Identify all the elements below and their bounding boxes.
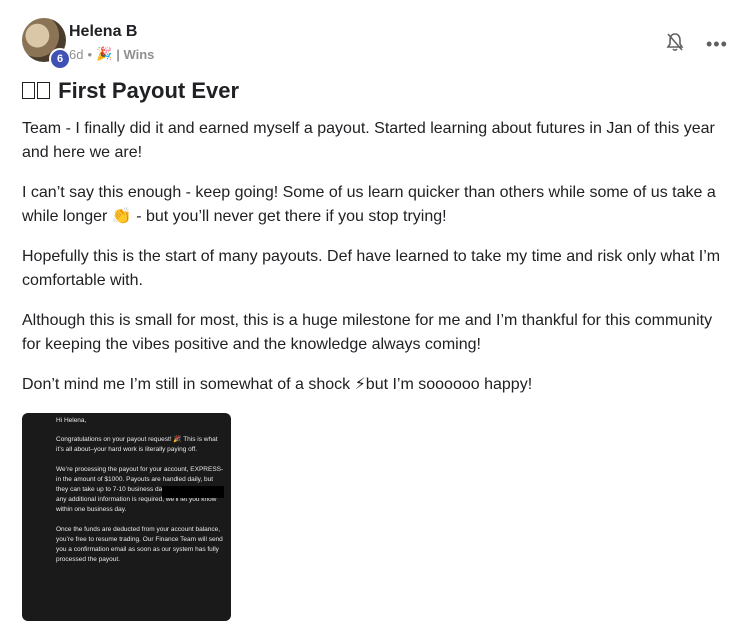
level-badge: 6 xyxy=(49,48,71,70)
redacted-account-id xyxy=(162,486,224,498)
post-meta: 6d • 🎉 | Wins xyxy=(69,46,154,62)
paragraph: Team - I finally did it and earned mysel… xyxy=(22,120,715,161)
post-category[interactable]: | Wins xyxy=(116,47,154,62)
party-popper-icon: 🎉 xyxy=(96,46,113,61)
post-header: 6 Helena B 6d • 🎉 | Wins ••• xyxy=(22,18,732,70)
post-title-row: First Payout Ever xyxy=(22,78,239,104)
email-line: We’re processing the payout for your acc… xyxy=(56,466,224,473)
email-line: Once the funds are deducted from your ac… xyxy=(56,526,223,563)
email-line: Congratulations on your payout request! … xyxy=(56,436,218,453)
email-greeting: Hi Helena, xyxy=(56,417,87,424)
more-dots-icon[interactable]: ••• xyxy=(706,34,728,55)
post-body: Team - I finally did it and earned mysel… xyxy=(22,117,728,413)
paragraph: Hopefully this is the start of many payo… xyxy=(22,248,721,289)
meta-dot: • xyxy=(87,46,93,62)
email-content: Congratulations on your payout request! … xyxy=(56,435,224,575)
post-title: First Payout Ever xyxy=(58,78,240,103)
paragraph: Although this is small for most, this is… xyxy=(22,312,713,353)
post-time: 6d xyxy=(69,46,84,62)
title-emoji-icon xyxy=(22,78,52,103)
bell-slash-icon[interactable] xyxy=(666,32,684,52)
paragraph: Don’t mind me I’m still in somewhat of a… xyxy=(22,376,533,393)
payout-email-screenshot[interactable]: Hi Helena, Congratulations on your payou… xyxy=(22,413,231,621)
author-name[interactable]: Helena B xyxy=(69,23,137,41)
paragraph: I can’t say this enough - keep going! So… xyxy=(22,184,716,225)
